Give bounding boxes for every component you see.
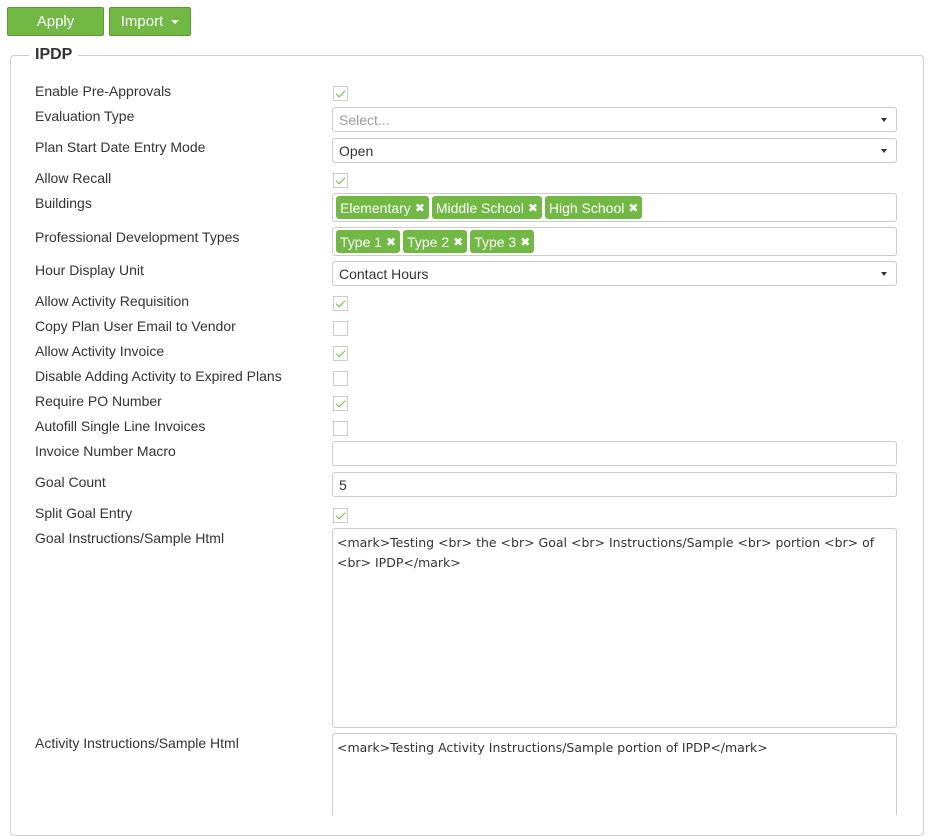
- evaluation-type-placeholder: Select...: [339, 111, 390, 128]
- require-po-number-checkbox[interactable]: [333, 396, 348, 411]
- activity-instructions-label: Activity Instructions/Sample Html: [35, 735, 239, 751]
- enable-pre-approvals-label: Enable Pre-Approvals: [35, 83, 172, 99]
- copy-plan-user-email-label: Copy Plan User Email to Vendor: [35, 318, 236, 334]
- disable-adding-activity-label: Disable Adding Activity to Expired Plans: [35, 368, 282, 384]
- goal-instructions-label: Goal Instructions/Sample Html: [35, 530, 225, 546]
- tag-label: Elementary: [340, 199, 411, 216]
- import-button-label: Import: [120, 13, 164, 30]
- apply-button-label: Apply: [36, 13, 75, 30]
- dropdown-arrow-icon: [881, 148, 887, 153]
- checkmark-icon: [335, 397, 346, 408]
- split-goal-entry-checkbox[interactable]: [333, 508, 348, 523]
- tag-high-school: High School ✖: [544, 196, 643, 219]
- checkmark-icon: [335, 347, 346, 358]
- hour-display-unit-label: Hour Display Unit: [35, 262, 144, 278]
- checkmark-icon: [335, 87, 346, 98]
- apply-button[interactable]: Apply: [7, 7, 104, 36]
- dropdown-arrow-icon: [881, 117, 887, 122]
- remove-tag-icon[interactable]: ✖: [628, 201, 638, 215]
- checkmark-icon: [335, 297, 346, 308]
- allow-activity-requisition-label: Allow Activity Requisition: [35, 293, 190, 309]
- import-dropdown-button[interactable]: Import: [109, 7, 191, 36]
- split-goal-entry-label: Split Goal Entry: [35, 505, 133, 521]
- allow-activity-invoice-label: Allow Activity Invoice: [35, 343, 165, 359]
- tag-label: Middle School: [435, 199, 524, 216]
- checkmark-icon: [335, 174, 346, 185]
- require-po-number-label: Require PO Number: [35, 393, 162, 409]
- plan-start-date-entry-mode-select[interactable]: Open: [332, 138, 897, 163]
- tag-middle-school: Middle School ✖: [431, 196, 542, 219]
- buildings-label: Buildings: [35, 195, 92, 211]
- remove-tag-icon[interactable]: ✖: [520, 235, 530, 249]
- section-title: IPDP: [35, 46, 73, 63]
- checkmark-icon: [335, 509, 346, 520]
- autofill-single-line-checkbox[interactable]: [333, 421, 348, 436]
- allow-recall-checkbox[interactable]: [333, 173, 348, 188]
- allow-activity-invoice-checkbox[interactable]: [333, 346, 348, 361]
- tag-label: High School: [548, 199, 625, 216]
- enable-pre-approvals-checkbox[interactable]: [333, 86, 348, 101]
- evaluation-type-select[interactable]: Select...: [332, 107, 897, 132]
- remove-tag-icon[interactable]: ✖: [415, 201, 425, 215]
- remove-tag-icon[interactable]: ✖: [528, 201, 538, 215]
- tag-type-2: Type 2 ✖: [403, 230, 468, 253]
- tag-label: Type 2: [407, 233, 450, 250]
- goal-count-input[interactable]: 5: [332, 472, 897, 497]
- caret-down-icon: [171, 20, 180, 24]
- invoice-number-macro-input[interactable]: [332, 441, 897, 466]
- tag-type-1: Type 1 ✖: [336, 230, 401, 253]
- goal-count-label: Goal Count: [35, 474, 106, 490]
- autofill-single-line-label: Autofill Single Line Invoices: [35, 418, 206, 434]
- copy-plan-user-email-checkbox[interactable]: [333, 321, 348, 336]
- tag-label: Type 3: [474, 233, 517, 250]
- buildings-multiselect[interactable]: Elementary ✖ Middle School ✖ High School ✖: [332, 193, 897, 222]
- hour-display-unit-value: Contact Hours: [339, 265, 429, 282]
- professional-development-types-multiselect[interactable]: Type 1 ✖ Type 2 ✖ Type 3 ✖: [332, 227, 897, 256]
- allow-activity-requisition-checkbox[interactable]: [333, 296, 348, 311]
- remove-tag-icon[interactable]: ✖: [453, 235, 463, 249]
- remove-tag-icon[interactable]: ✖: [386, 235, 396, 249]
- tag-label: Type 1: [340, 233, 383, 250]
- invoice-number-macro-label: Invoice Number Macro: [35, 443, 176, 459]
- goal-count-value: 5: [339, 476, 347, 493]
- evaluation-type-label: Evaluation Type: [35, 108, 135, 124]
- professional-development-types-label: Professional Development Types: [35, 229, 240, 245]
- goal-instructions-textarea[interactable]: <mark>Testing <br> the <br> Goal <br> In…: [332, 528, 897, 728]
- activity-instructions-textarea[interactable]: <mark>Testing Activity Instructions/Samp…: [332, 733, 897, 815]
- hour-display-unit-select[interactable]: Contact Hours: [332, 261, 897, 286]
- dropdown-arrow-icon: [881, 271, 887, 276]
- disable-adding-activity-checkbox[interactable]: [333, 371, 348, 386]
- plan-start-date-entry-mode-value: Open: [339, 142, 374, 159]
- tag-type-3: Type 3 ✖: [470, 230, 535, 253]
- allow-recall-label: Allow Recall: [35, 170, 112, 186]
- plan-start-date-entry-mode-label: Plan Start Date Entry Mode: [35, 139, 206, 155]
- tag-elementary: Elementary ✖: [336, 196, 429, 219]
